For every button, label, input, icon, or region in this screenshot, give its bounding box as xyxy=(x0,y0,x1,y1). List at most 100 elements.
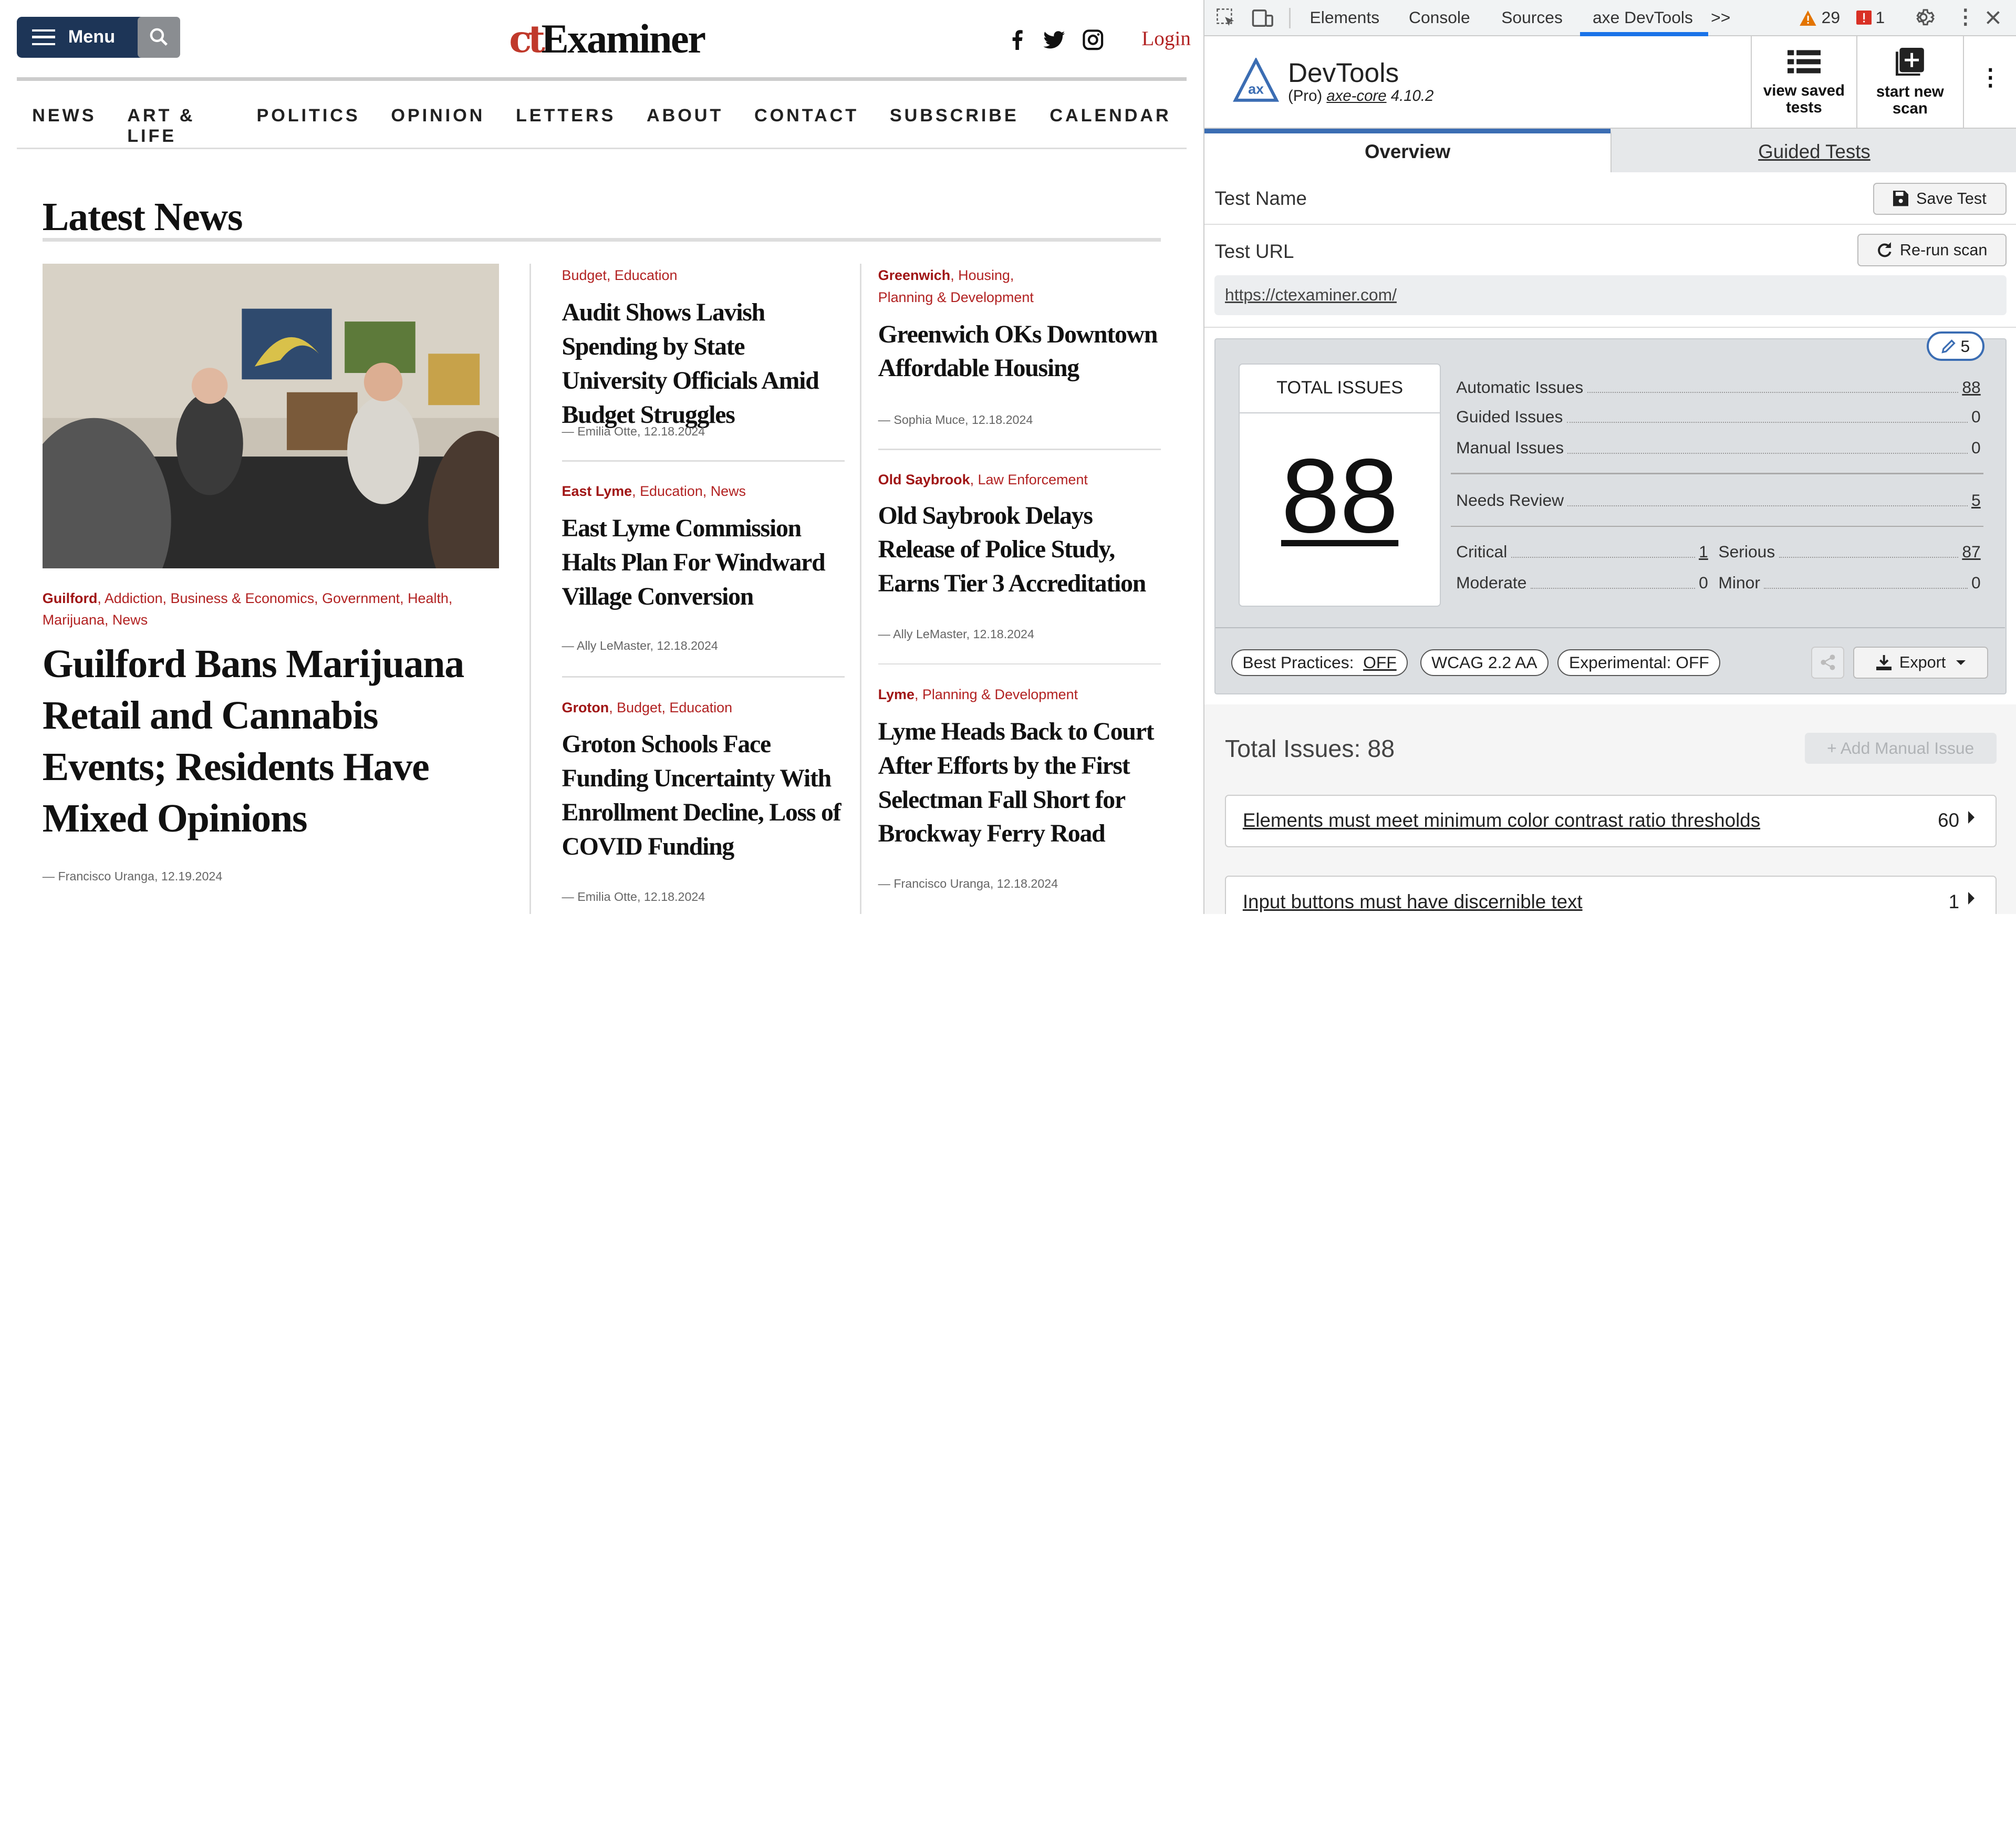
article-headline[interactable]: Audit Shows Lavish Spending by State Uni… xyxy=(562,296,847,432)
test-url-link[interactable]: https://ctexaminer.com/ xyxy=(1225,285,1397,305)
rerun-scan-button[interactable]: Re-run scan xyxy=(1857,234,2007,266)
inspect-element-icon[interactable] xyxy=(1216,8,1236,28)
error-count[interactable]: 1 xyxy=(1875,8,1885,27)
search-button[interactable] xyxy=(137,16,180,58)
feature-cat-primary[interactable]: Guilford xyxy=(43,590,98,606)
issue-row-color-contrast[interactable]: Elements must meet minimum color contras… xyxy=(1225,794,1997,847)
axe-options-kebab-icon[interactable]: ⋮ xyxy=(1962,36,2016,129)
login-link[interactable]: Login xyxy=(1141,27,1191,50)
article-categories[interactable]: Groton, Budget, Education xyxy=(562,697,733,719)
needs-review-row: Needs Review 5 xyxy=(1456,490,1981,510)
article-cat-primary[interactable]: Old Saybrook xyxy=(878,472,970,487)
article-headline[interactable]: Groton Schools Face Funding Uncertainty … xyxy=(562,728,847,864)
needs-review-badge-count: 5 xyxy=(1960,336,1970,356)
nav-item-calendar[interactable]: CALENDAR xyxy=(1049,106,1171,147)
view-saved-tests-button[interactable]: view saved tests xyxy=(1751,36,1856,129)
needs-review-count[interactable]: 5 xyxy=(1971,491,1981,510)
total-issues-count[interactable]: 88 xyxy=(1240,443,1439,548)
nav-item-art-life[interactable]: ART & LIFE xyxy=(127,106,226,147)
share-button[interactable] xyxy=(1811,646,1845,679)
article-cat-primary[interactable]: Lyme xyxy=(878,687,915,702)
experimental-toggle[interactable]: Experimental: OFF xyxy=(1557,649,1721,676)
nav-item-letters[interactable]: LETTERS xyxy=(516,106,616,147)
warning-count[interactable]: 29 xyxy=(1822,8,1840,27)
article-cats[interactable]: , Education, News xyxy=(632,483,746,499)
kebab-menu-icon[interactable]: ⋮ xyxy=(1955,5,1976,29)
nav-item-politics[interactable]: POLITICS xyxy=(257,106,360,147)
tab-overview[interactable]: Overview xyxy=(1204,128,1611,172)
site-logo[interactable]: ct Examiner xyxy=(509,15,706,63)
critical-count[interactable]: 1 xyxy=(1699,542,1708,562)
feature-cats[interactable]: , Addiction, Business & Economics, Gover… xyxy=(97,590,452,606)
feature-categories[interactable]: Guilford, Addiction, Business & Economic… xyxy=(43,588,499,631)
tab-guided-tests[interactable]: Guided Tests xyxy=(1610,128,2016,172)
article-categories[interactable]: Budget, Education xyxy=(562,265,678,287)
tab-console[interactable]: Console xyxy=(1409,8,1470,27)
article-cats[interactable]: , Housing, xyxy=(950,267,1014,283)
best-practices-value: OFF xyxy=(1363,652,1397,672)
feature-cats-line2[interactable]: Marijuana, News xyxy=(43,612,148,628)
nav-item-opinion[interactable]: OPINION xyxy=(391,106,485,147)
settings-gear-icon[interactable] xyxy=(1913,6,1935,28)
error-icon[interactable] xyxy=(1856,10,1872,26)
add-manual-issue-button[interactable]: + Add Manual Issue xyxy=(1804,733,1997,764)
test-url-field[interactable]: https://ctexaminer.com/ xyxy=(1214,275,2007,315)
warning-icon[interactable] xyxy=(1800,10,1816,26)
article-headline[interactable]: East Lyme Commission Halts Plan For Wind… xyxy=(562,512,847,614)
tab-axe-devtools[interactable]: axe DevTools xyxy=(1593,8,1693,27)
save-test-label: Save Test xyxy=(1916,189,1987,207)
devtools-pane: Elements Console Sources axe DevTools >>… xyxy=(1203,0,2016,915)
nav-item-about[interactable]: ABOUT xyxy=(647,106,723,147)
wcag-standard-selector[interactable]: WCAG 2.2 AA xyxy=(1420,649,1549,676)
device-toolbar-icon[interactable] xyxy=(1252,8,1274,28)
critical-row: Critical 1 xyxy=(1456,541,1708,562)
article-headline[interactable]: Old Saybrook Delays Release of Police St… xyxy=(878,499,1163,601)
best-practices-toggle[interactable]: Best Practices: OFF xyxy=(1231,649,1408,676)
twitter-icon[interactable] xyxy=(1041,28,1067,51)
tab-elements[interactable]: Elements xyxy=(1310,8,1380,27)
issue-title[interactable]: Input buttons must have discernible text xyxy=(1243,891,1583,913)
article-headline[interactable]: Lyme Heads Back to Court After Efforts b… xyxy=(878,715,1163,851)
article-cats[interactable]: , Budget, Education xyxy=(609,700,732,715)
article-categories[interactable]: Lyme, Planning & Development xyxy=(878,684,1078,706)
start-new-scan-button[interactable]: start new scan xyxy=(1856,36,1963,129)
facebook-icon[interactable] xyxy=(1004,28,1030,51)
article-headline[interactable]: Greenwich OKs Downtown Affordable Housin… xyxy=(878,318,1163,386)
automatic-issues-count[interactable]: 88 xyxy=(1962,378,1980,397)
issue-title[interactable]: Elements must meet minimum color contras… xyxy=(1243,809,1760,832)
close-devtools-icon[interactable] xyxy=(1986,11,2000,25)
article-cat-primary[interactable]: Greenwich xyxy=(878,267,951,283)
tab-sources[interactable]: Sources xyxy=(1501,8,1563,27)
article-cats[interactable]: , Law Enforcement xyxy=(970,472,1088,487)
instagram-icon[interactable] xyxy=(1080,28,1106,51)
feature-headline[interactable]: Guilford Bans Marijuana Retail and Canna… xyxy=(43,639,505,845)
dot-leader xyxy=(1567,452,1968,454)
more-tabs-button[interactable]: >> xyxy=(1711,8,1730,27)
article-categories[interactable]: Greenwich, Housing, Planning & Developmen… xyxy=(878,265,1161,308)
automatic-issues-row: Automatic Issues 88 xyxy=(1456,377,1981,397)
nav-item-contact[interactable]: CONTACT xyxy=(754,106,859,147)
article-categories[interactable]: East Lyme, Education, News xyxy=(562,481,746,503)
active-tab-indicator xyxy=(1579,32,1709,36)
axe-core-link[interactable]: axe-core xyxy=(1326,87,1386,105)
nav-item-news[interactable]: NEWS xyxy=(32,106,96,147)
article-categories[interactable]: Old Saybrook, Law Enforcement xyxy=(878,469,1088,491)
feature-photo[interactable] xyxy=(42,263,499,568)
pencil-icon xyxy=(1941,339,1956,354)
row-label: Guided Issues xyxy=(1456,407,1563,427)
divider xyxy=(1215,627,2005,629)
article-cat-primary[interactable]: Groton xyxy=(562,700,609,715)
article-cat-primary[interactable]: East Lyme xyxy=(562,483,632,499)
save-test-button[interactable]: Save Test xyxy=(1873,182,2007,215)
export-button[interactable]: Export xyxy=(1853,646,1989,679)
article-cats[interactable]: , Planning & Development xyxy=(915,687,1078,702)
refresh-icon xyxy=(1877,242,1892,257)
issue-row-input-button-name[interactable]: Input buttons must have discernible text… xyxy=(1225,875,1997,915)
nav-item-subscribe[interactable]: SUBSCRIBE xyxy=(890,106,1019,147)
article-cats-line2[interactable]: Planning & Development xyxy=(878,289,1034,305)
article-divider xyxy=(562,676,845,678)
chevron-right-icon xyxy=(1968,811,1975,824)
serious-count[interactable]: 87 xyxy=(1962,542,1980,562)
issue-count: 60 xyxy=(1938,809,1959,832)
needs-review-edit-badge[interactable]: 5 xyxy=(1926,331,1985,361)
